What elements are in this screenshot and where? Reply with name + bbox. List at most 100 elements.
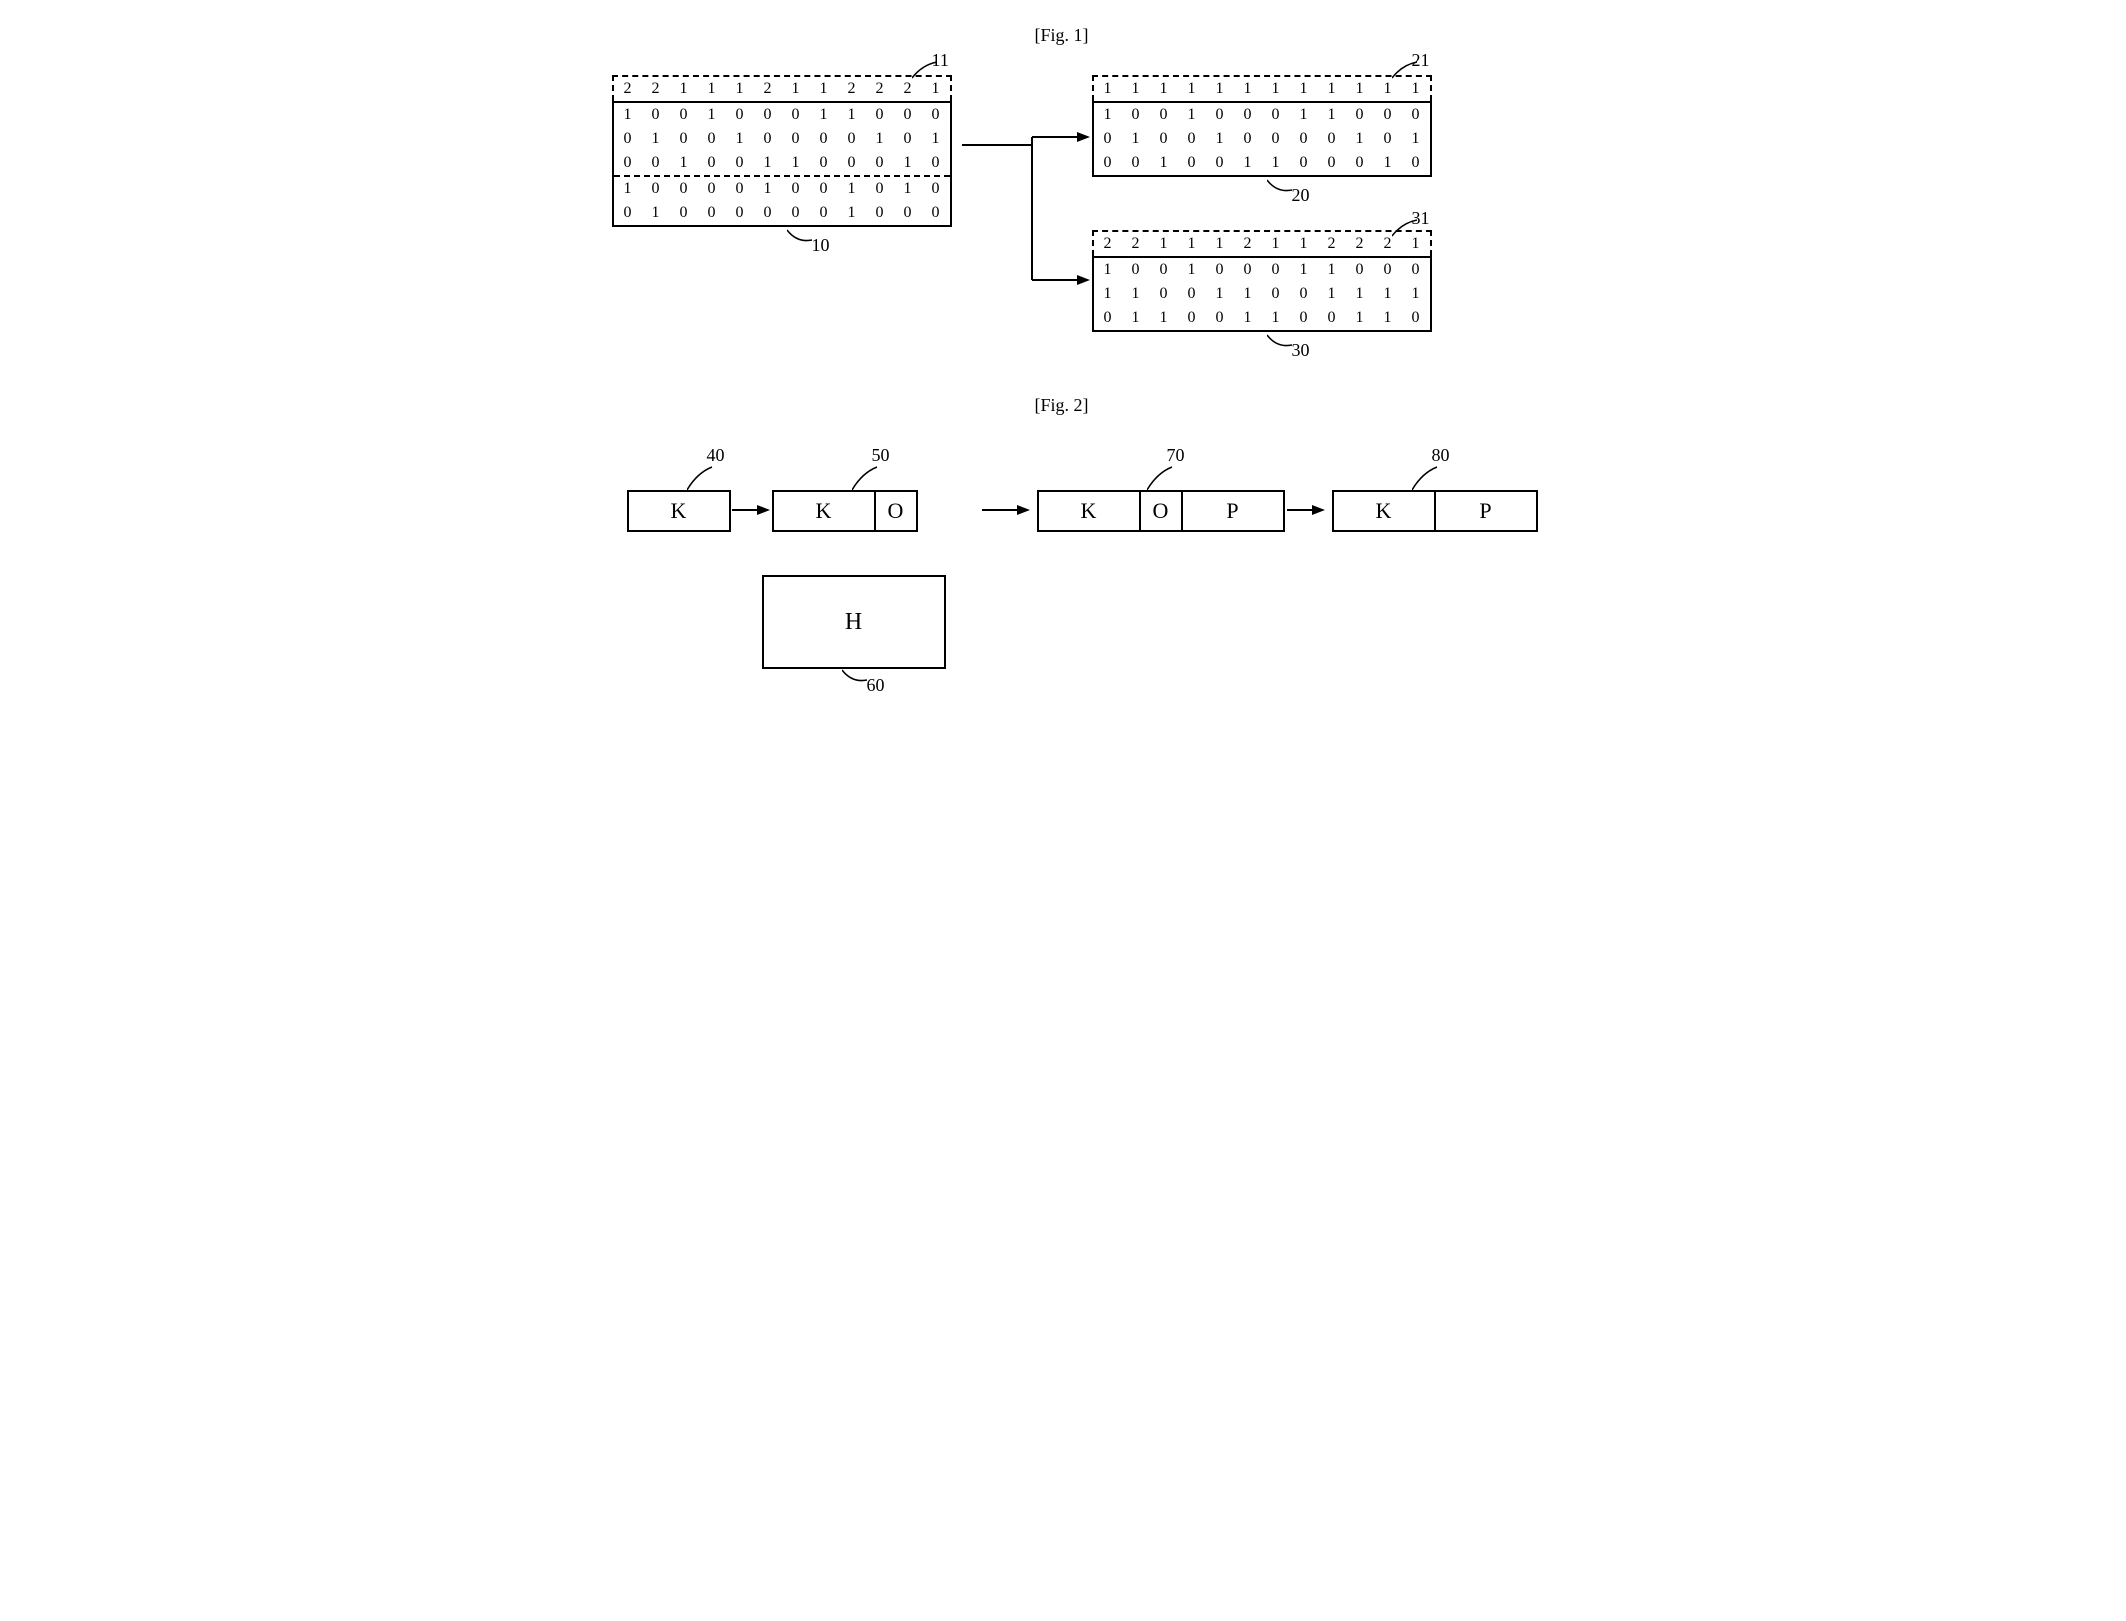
matrix-cell: 1 xyxy=(782,151,810,175)
matrix-cell: 0 xyxy=(1178,127,1206,151)
lead-line-10 xyxy=(787,228,817,246)
matrix-header-cell: 1 xyxy=(1262,232,1290,256)
matrix-cell: 1 xyxy=(866,127,894,151)
matrix-header-cell: 1 xyxy=(1206,232,1234,256)
ref-50: 50 xyxy=(872,445,890,466)
matrix-cell: 1 xyxy=(1374,151,1402,175)
matrix-cell: 0 xyxy=(698,127,726,151)
matrix-cell: 0 xyxy=(1150,258,1178,282)
box-60-label: H xyxy=(845,609,862,636)
matrix-cell: 1 xyxy=(1206,282,1234,306)
matrix-header-cell: 2 xyxy=(894,77,922,101)
matrix-cell: 1 xyxy=(838,103,866,127)
box-40: K xyxy=(627,490,731,532)
matrix-header-cell: 1 xyxy=(1290,232,1318,256)
matrix-cell: 0 xyxy=(698,151,726,175)
matrix-cell: 0 xyxy=(866,201,894,225)
arrow-70-80 xyxy=(1287,500,1327,520)
matrix-cell: 0 xyxy=(1206,258,1234,282)
ref-70: 70 xyxy=(1167,445,1185,466)
matrix-cell: 0 xyxy=(894,127,922,151)
matrix-cell: 1 xyxy=(1402,282,1430,306)
matrix-cell: 0 xyxy=(1374,258,1402,282)
matrix-cell: 0 xyxy=(894,201,922,225)
matrix-cell: 0 xyxy=(1094,151,1122,175)
matrix-header-cell: 2 xyxy=(754,77,782,101)
lead-line-11 xyxy=(912,60,942,80)
diagram-canvas: [Fig. 1] 221112112221 100100011000010010… xyxy=(532,20,1595,830)
matrix-header-cell: 1 xyxy=(1290,77,1318,101)
ref-80: 80 xyxy=(1432,445,1450,466)
matrix-cell: 0 xyxy=(1346,103,1374,127)
matrix-cell: 1 xyxy=(1206,127,1234,151)
matrix-cell: 0 xyxy=(1290,282,1318,306)
matrix-cell: 1 xyxy=(838,177,866,201)
matrix-cell: 0 xyxy=(1150,127,1178,151)
matrix-cell: 1 xyxy=(726,127,754,151)
matrix-header-cell: 1 xyxy=(782,77,810,101)
matrix-cell: 0 xyxy=(726,103,754,127)
lead-line-50 xyxy=(852,465,882,490)
arrow-50-70 xyxy=(982,500,1032,520)
matrix-row: 100100011000 xyxy=(1094,103,1430,127)
matrix-header-cell: 2 xyxy=(866,77,894,101)
matrix-cell: 1 xyxy=(1122,306,1150,330)
box-cell: O xyxy=(874,492,916,530)
matrix-cell: 0 xyxy=(810,177,838,201)
matrix-cell: 0 xyxy=(866,151,894,175)
lead-line-31 xyxy=(1392,218,1422,238)
lead-line-30 xyxy=(1267,333,1297,351)
matrix-cell: 0 xyxy=(754,103,782,127)
matrix-cell: 1 xyxy=(1290,258,1318,282)
box-cell: O xyxy=(1139,492,1181,530)
matrix-row: 010000001000 xyxy=(614,201,950,225)
matrix-cell: 1 xyxy=(810,103,838,127)
branch-arrow xyxy=(962,125,1092,295)
matrix-header-cell: 1 xyxy=(1150,232,1178,256)
matrix-cell: 0 xyxy=(1290,127,1318,151)
matrix-cell: 0 xyxy=(1262,258,1290,282)
matrix-header-cell: 2 xyxy=(838,77,866,101)
matrix-cell: 0 xyxy=(866,177,894,201)
matrix-header-cell: 1 xyxy=(1206,77,1234,101)
box-cell: K xyxy=(1039,492,1139,530)
matrix-cell: 0 xyxy=(922,103,950,127)
matrix-cell: 1 xyxy=(1262,151,1290,175)
matrix-header-cell: 2 xyxy=(1094,232,1122,256)
matrix-cell: 0 xyxy=(866,103,894,127)
matrix-cell: 0 xyxy=(1122,103,1150,127)
matrix-cell: 1 xyxy=(922,127,950,151)
matrix-cell: 0 xyxy=(810,127,838,151)
matrix-row: 011001100110 xyxy=(1094,306,1430,330)
arrow-40-50 xyxy=(732,500,772,520)
matrix-cell: 1 xyxy=(1122,282,1150,306)
matrix-cell: 1 xyxy=(1094,282,1122,306)
matrix-cell: 1 xyxy=(1290,103,1318,127)
matrix-cell: 0 xyxy=(922,151,950,175)
matrix-cell: 0 xyxy=(1234,258,1262,282)
matrix-header-cell: 1 xyxy=(1150,77,1178,101)
box-cell: K xyxy=(774,492,874,530)
matrix-cell: 0 xyxy=(670,127,698,151)
matrix-cell: 0 xyxy=(670,177,698,201)
lead-line-80 xyxy=(1412,465,1442,490)
matrix-cell: 0 xyxy=(1374,127,1402,151)
matrix-cell: 1 xyxy=(1374,282,1402,306)
matrix-row: 001001100010 xyxy=(614,151,950,175)
matrix-cell: 0 xyxy=(1318,306,1346,330)
matrix-row: 001001100010 xyxy=(1094,151,1430,175)
matrix-cell: 0 xyxy=(782,127,810,151)
matrix-cell: 0 xyxy=(1318,151,1346,175)
matrix-cell: 0 xyxy=(810,151,838,175)
matrix-cell: 1 xyxy=(1094,103,1122,127)
matrix-header-cell: 1 xyxy=(1234,77,1262,101)
box-80: KP xyxy=(1332,490,1538,532)
matrix-cell: 0 xyxy=(1234,103,1262,127)
matrix-cell: 1 xyxy=(1374,306,1402,330)
matrix-cell: 0 xyxy=(782,103,810,127)
box-cell: P xyxy=(1434,492,1536,530)
matrix-cell: 1 xyxy=(1178,103,1206,127)
matrix-header-cell: 2 xyxy=(642,77,670,101)
matrix-cell: 1 xyxy=(894,151,922,175)
matrix-cell: 0 xyxy=(614,201,642,225)
